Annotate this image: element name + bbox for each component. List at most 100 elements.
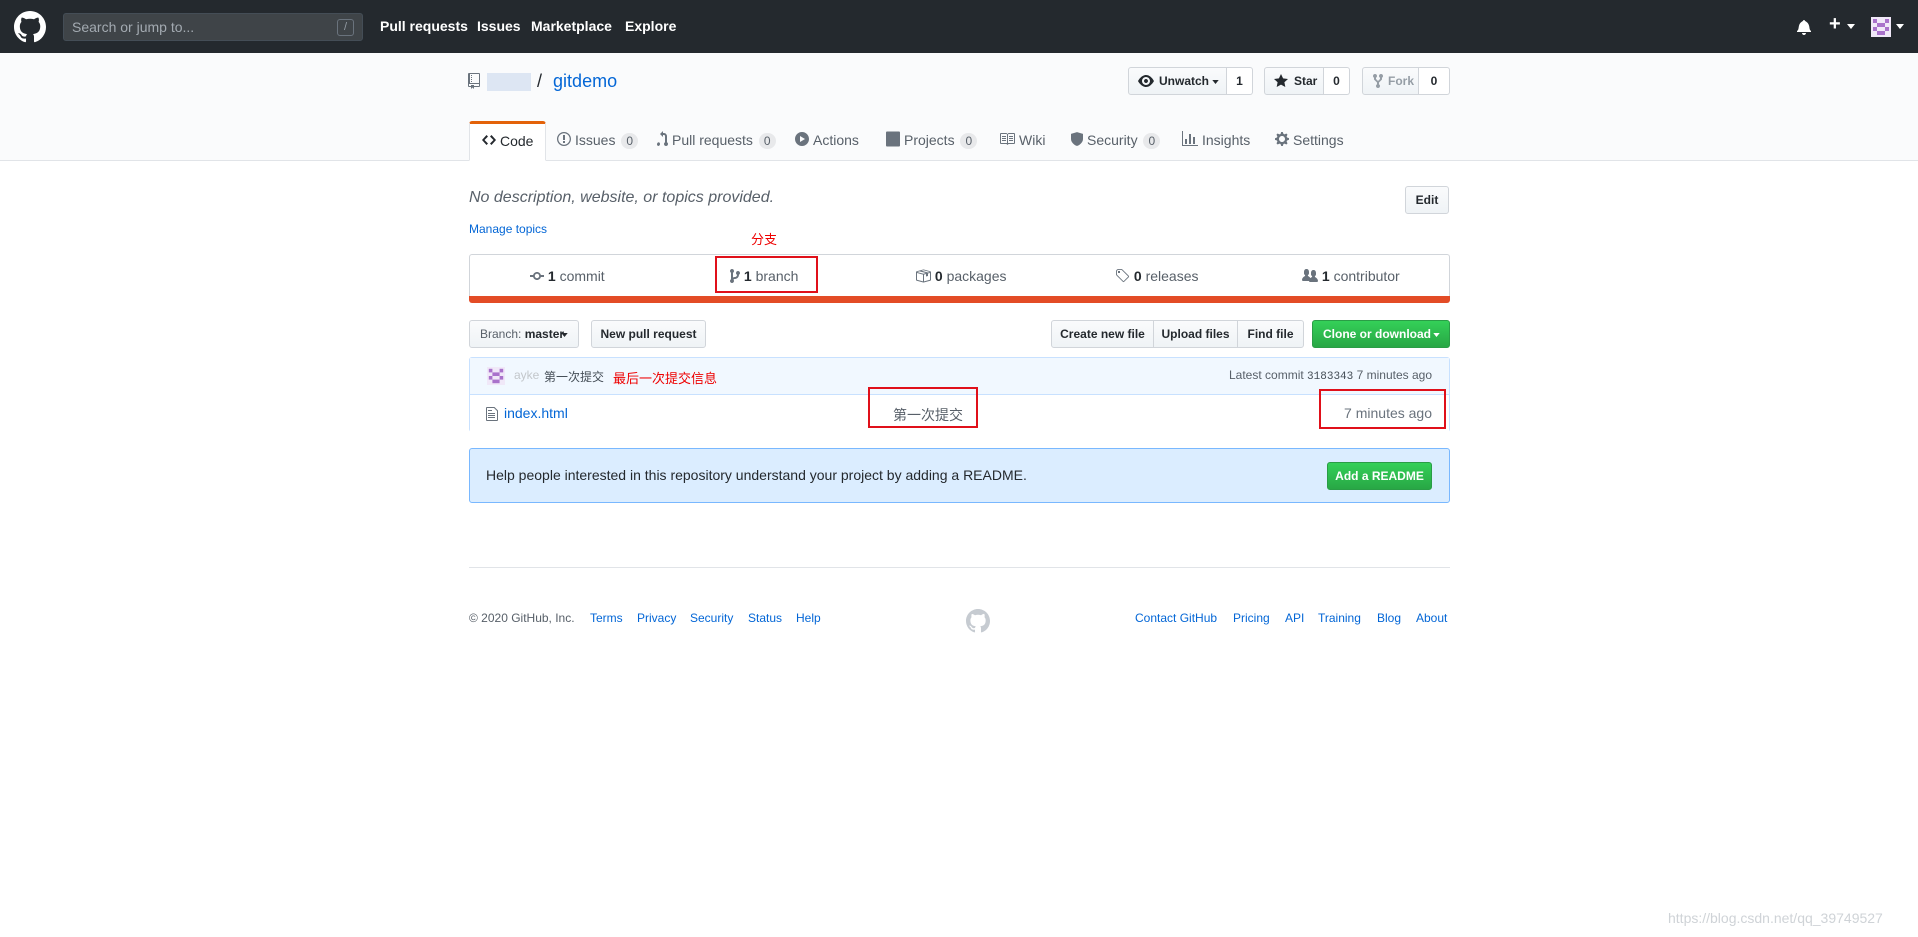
repo-name-link[interactable]: gitdemo — [553, 71, 617, 91]
code-icon — [482, 135, 496, 145]
tab-projects-count: 0 — [960, 133, 978, 149]
commits-label: commit — [559, 268, 605, 284]
packages-num: 0 — [934, 268, 943, 284]
tab-security-count: 0 — [1143, 133, 1161, 149]
create-new-plus-icon[interactable]: + — [1829, 13, 1841, 36]
footer-link-privacy[interactable]: Privacy — [637, 611, 676, 625]
bell-icon[interactable] — [1797, 19, 1811, 35]
github-footer-logo-icon[interactable] — [966, 609, 990, 633]
readme-prompt-text: Help people interested in this repositor… — [486, 467, 1027, 483]
clone-or-download-button[interactable]: Clone or download — [1312, 320, 1450, 348]
latest-commit-label: Latest commit — [1229, 368, 1304, 382]
avatar[interactable] — [1871, 17, 1891, 37]
language-bar[interactable] — [469, 296, 1450, 303]
tab-actions[interactable]: Actions — [795, 121, 859, 161]
tab-code-label: Code — [500, 133, 534, 149]
contributors-num: 1 — [1321, 268, 1330, 284]
tab-issues-label: Issues — [575, 132, 616, 148]
footer-link-contact[interactable]: Contact GitHub — [1135, 611, 1217, 625]
commits-count-link[interactable]: 1 commit — [530, 268, 605, 284]
footer-link-api[interactable]: API — [1285, 611, 1304, 625]
footer-link-terms[interactable]: Terms — [590, 611, 623, 625]
footer-link-blog[interactable]: Blog — [1377, 611, 1401, 625]
commit-age: 7 minutes ago — [1356, 368, 1432, 382]
nav-marketplace[interactable]: Marketplace — [531, 18, 612, 34]
edit-description-button[interactable]: Edit — [1405, 186, 1449, 214]
owner-name-redacted[interactable] — [487, 73, 532, 92]
clone-label: Clone or download — [1323, 327, 1431, 341]
tab-insights[interactable]: Insights — [1182, 121, 1250, 161]
footer-link-status[interactable]: Status — [748, 611, 782, 625]
author-avatar[interactable] — [487, 367, 505, 385]
packages-count-link[interactable]: 0 packages — [915, 268, 1007, 284]
watch-count[interactable]: 1 — [1227, 67, 1253, 95]
nav-issues[interactable]: Issues — [477, 18, 521, 34]
manage-topics-link[interactable]: Manage topics — [469, 222, 547, 236]
contributors-label: contributor — [1333, 268, 1400, 284]
add-readme-button[interactable]: Add a README — [1327, 462, 1432, 490]
annotation-last-commit: 最后一次提交信息 — [613, 371, 718, 386]
releases-count-link[interactable]: 0 releases — [1115, 268, 1199, 284]
commit-author[interactable]: ayke — [514, 368, 539, 382]
commit-sha-link[interactable]: 3183343 — [1307, 371, 1353, 383]
upload-files-button[interactable]: Upload files — [1153, 320, 1238, 348]
gear-icon — [1275, 132, 1289, 146]
chevron-down-icon[interactable] — [1847, 24, 1855, 29]
annotation-age-box — [1319, 389, 1446, 429]
avatar-chevron-down-icon[interactable] — [1896, 24, 1904, 29]
chevron-down-icon — [1212, 80, 1219, 84]
branch-select-menu[interactable]: Branch: master — [469, 320, 579, 348]
footer-link-help[interactable]: Help — [796, 611, 821, 625]
create-new-file-button[interactable]: Create new file — [1051, 320, 1154, 348]
footer-copyright: © 2020 GitHub, Inc. — [469, 611, 575, 625]
latest-commit-info: Latest commit 3183343 7 minutes ago — [1229, 368, 1432, 383]
tab-code[interactable]: Code — [469, 121, 547, 161]
find-file-button[interactable]: Find file — [1237, 320, 1304, 348]
global-header: / Pull requests Issues Marketplace Explo… — [0, 0, 1918, 53]
commit-message[interactable]: 第一次提交 — [544, 368, 604, 385]
fork-icon — [1373, 73, 1383, 89]
star-count[interactable]: 0 — [1324, 67, 1350, 95]
footer-link-pricing[interactable]: Pricing — [1233, 611, 1270, 625]
footer-link-about[interactable]: About — [1416, 611, 1447, 625]
repo-separator: / — [537, 71, 543, 91]
tab-settings[interactable]: Settings — [1275, 121, 1344, 161]
packages-label: packages — [946, 268, 1007, 284]
readme-prompt: Help people interested in this repositor… — [469, 448, 1450, 503]
new-pull-request-button[interactable]: New pull request — [591, 320, 706, 348]
annotation-branch-box — [715, 256, 818, 293]
contributors-count-link[interactable]: 1 contributor — [1302, 268, 1400, 284]
tab-projects[interactable]: Projects 0 — [886, 121, 978, 161]
footer-link-security[interactable]: Security — [690, 611, 733, 625]
tab-wiki-label: Wiki — [1019, 132, 1046, 148]
search-box[interactable]: / — [63, 13, 363, 41]
fork-button[interactable]: Fork — [1362, 67, 1419, 95]
footer-link-training[interactable]: Training — [1318, 611, 1361, 625]
tab-issues[interactable]: Issues 0 — [557, 121, 639, 161]
tab-pull-requests[interactable]: Pull requests 0 — [656, 121, 776, 161]
branch-name: master — [524, 327, 565, 341]
tab-wiki[interactable]: Wiki — [999, 121, 1045, 161]
file-name-link[interactable]: index.html — [504, 405, 568, 421]
nav-pull-requests[interactable]: Pull requests — [380, 18, 468, 34]
commits-num: 1 — [547, 268, 556, 284]
tab-pull-requests-label: Pull requests — [672, 132, 753, 148]
unwatch-button[interactable]: Unwatch — [1128, 67, 1227, 95]
footer-divider — [469, 567, 1450, 568]
github-logo-icon[interactable] — [14, 11, 46, 43]
search-shortcut-key: / — [337, 19, 354, 36]
tab-insights-label: Insights — [1202, 132, 1251, 148]
nav-explore[interactable]: Explore — [625, 18, 676, 34]
repo-title: / gitdemo — [468, 71, 617, 92]
shield-icon — [1071, 132, 1083, 146]
star-button[interactable]: Star — [1264, 67, 1324, 95]
tab-actions-label: Actions — [813, 132, 859, 148]
tab-pull-requests-count: 0 — [758, 133, 776, 149]
releases-label: releases — [1145, 268, 1199, 284]
repo-header: / gitdemo Unwatch 1 Star 0 Fork 0 Code I… — [0, 53, 1918, 161]
eye-icon — [1138, 75, 1154, 87]
search-input[interactable] — [64, 14, 362, 40]
tab-security[interactable]: Security 0 — [1071, 121, 1161, 161]
fork-count[interactable]: 0 — [1419, 67, 1450, 95]
tag-icon — [1116, 269, 1130, 283]
